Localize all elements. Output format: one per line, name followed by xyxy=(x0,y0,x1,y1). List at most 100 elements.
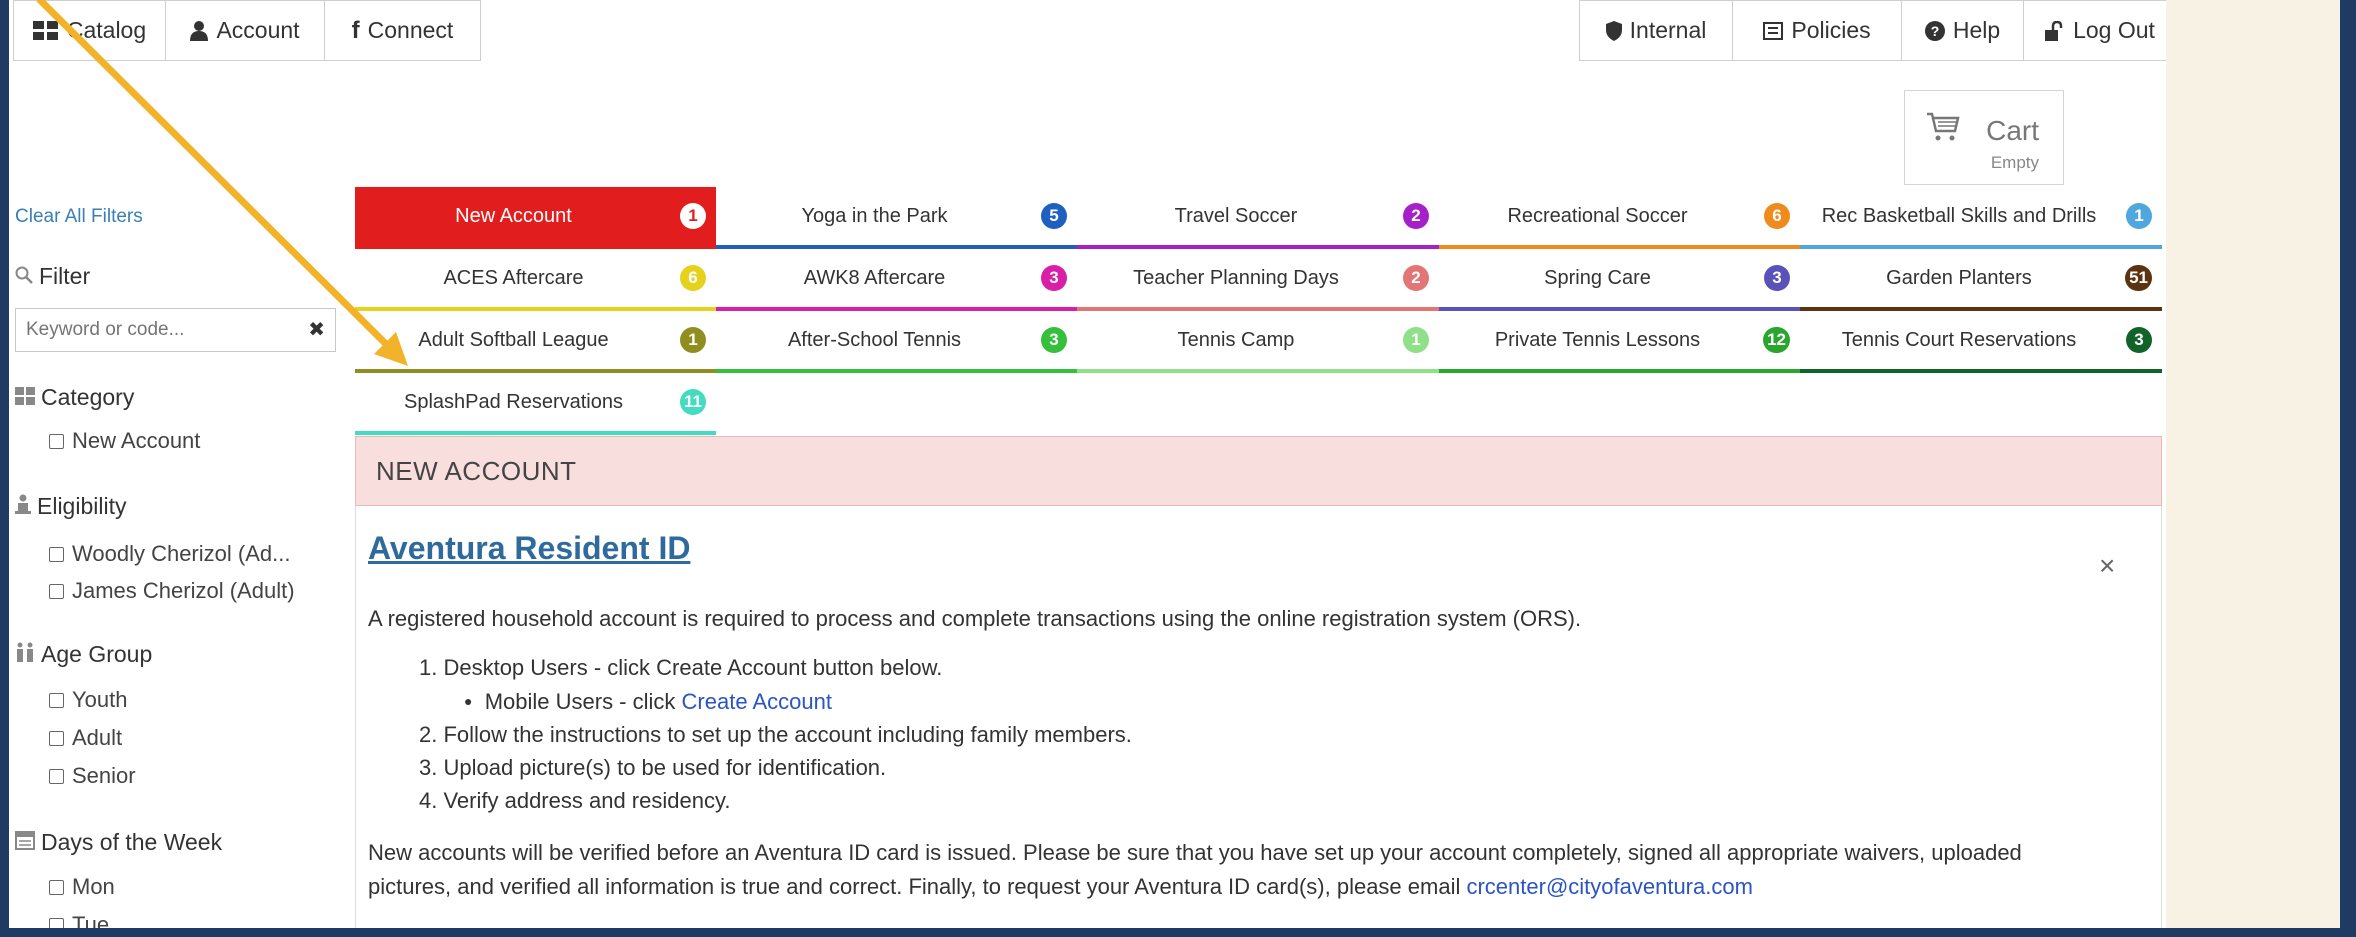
category-tab[interactable]: SplashPad Reservations 11 xyxy=(355,373,716,435)
count-badge: 2 xyxy=(1403,203,1429,229)
checkbox[interactable] xyxy=(49,917,64,928)
shield-icon xyxy=(1605,20,1622,41)
category-tab[interactable]: Recreational Soccer 6 xyxy=(1439,187,1800,249)
internal-button[interactable]: Internal xyxy=(1579,0,1733,61)
count-badge: 12 xyxy=(1763,327,1790,353)
section-heading: NEW ACCOUNT xyxy=(355,436,2162,506)
logout-label: Log Out xyxy=(2073,17,2155,43)
category-tab-label: Tennis Camp xyxy=(1177,328,1295,351)
filter-option-label: Tue xyxy=(72,912,110,928)
account-button[interactable]: Account xyxy=(166,0,325,61)
filter-eligibility-james[interactable]: James Cherizol (Adult) xyxy=(49,578,295,604)
age-group-heading-label: Age Group xyxy=(41,641,153,667)
count-badge: 2 xyxy=(1403,265,1429,291)
search-input[interactable] xyxy=(24,309,288,351)
eligibility-heading-label: Eligibility xyxy=(37,493,127,519)
help-icon: ? xyxy=(1924,20,1945,41)
count-badge: 1 xyxy=(680,327,706,353)
category-tab[interactable]: Garden Planters 51 xyxy=(1800,249,2162,311)
checkbox[interactable] xyxy=(49,879,64,895)
svg-text:?: ? xyxy=(1931,23,1940,39)
category-tab[interactable]: ACES Aftercare 6 xyxy=(355,249,716,311)
category-tab[interactable]: After-School Tennis 3 xyxy=(716,311,1077,373)
step-4: 4. Verify address and residency. xyxy=(419,788,731,813)
policies-button[interactable]: Policies xyxy=(1733,0,1902,61)
connect-button[interactable]: f Connect xyxy=(325,0,481,61)
unlock-icon xyxy=(2045,20,2065,41)
category-tab-label: Recreational Soccer xyxy=(1507,204,1688,227)
bullet-icon: ● xyxy=(464,693,473,709)
calendar-icon xyxy=(15,829,35,856)
category-tab-label: After-School Tennis xyxy=(787,328,962,351)
mobile-step: ● Mobile Users - click Create Account xyxy=(464,689,832,715)
checkbox[interactable] xyxy=(49,692,64,708)
filter-heading-label: Filter xyxy=(39,263,91,289)
step-2: 2. Follow the instructions to set up the… xyxy=(419,722,1132,747)
catalog-label: Catalog xyxy=(66,17,147,43)
policies-label: Policies xyxy=(1791,17,1871,43)
category-tab-label: Teacher Planning Days xyxy=(1133,266,1339,289)
category-tab[interactable]: Travel Soccer 2 xyxy=(1077,187,1439,249)
category-tab-label: Yoga in the Park xyxy=(801,204,948,227)
checkbox[interactable] xyxy=(49,730,64,746)
checkbox[interactable] xyxy=(49,583,64,599)
filter-option-label: Youth xyxy=(72,687,128,712)
count-badge: 6 xyxy=(680,265,706,291)
filter-category-new-account[interactable]: New Account xyxy=(49,428,200,454)
filter-option-label: Woodly Cherizol (Ad... xyxy=(72,541,291,566)
count-badge: 3 xyxy=(1764,265,1790,291)
right-side-panel xyxy=(2166,0,2340,928)
eligibility-heading: Eligibility xyxy=(15,493,126,520)
category-heading: Category xyxy=(15,384,134,411)
internal-label: Internal xyxy=(1629,17,1707,43)
filter-age-youth[interactable]: Youth xyxy=(49,687,127,713)
category-tab[interactable]: Teacher Planning Days 2 xyxy=(1077,249,1439,311)
filter-day-mon[interactable]: Mon xyxy=(49,874,115,900)
checkbox[interactable] xyxy=(49,768,64,784)
help-button[interactable]: ? Help xyxy=(1902,0,2024,61)
checkbox[interactable] xyxy=(49,546,64,562)
count-badge: 1 xyxy=(1403,327,1429,353)
filter-day-tue[interactable]: Tue xyxy=(49,912,109,928)
filter-age-senior[interactable]: Senior xyxy=(49,763,136,789)
category-tab[interactable]: Spring Care 3 xyxy=(1439,249,1800,311)
account-label: Account xyxy=(216,17,300,43)
category-tab[interactable]: AWK8 Aftercare 3 xyxy=(716,249,1077,311)
close-icon[interactable]: × xyxy=(2099,550,2115,582)
days-heading: Days of the Week xyxy=(15,829,222,856)
category-tab[interactable]: Yoga in the Park 5 xyxy=(716,187,1077,249)
cart-label: Cart xyxy=(1986,115,2039,146)
filter-option-label: Senior xyxy=(72,763,136,788)
count-badge: 51 xyxy=(2125,265,2152,291)
logout-button[interactable]: Log Out xyxy=(2024,0,2166,61)
toolbar-right: Internal Policies ? Help Log Out xyxy=(1579,0,2166,61)
count-badge: 3 xyxy=(2126,327,2152,353)
catalog-button[interactable]: Catalog xyxy=(13,0,166,61)
email-link[interactable]: crcenter@cityofaventura.com xyxy=(1466,874,1752,899)
category-tab-label: Garden Planters xyxy=(1886,266,2032,289)
category-tab-label: Travel Soccer xyxy=(1174,204,1298,227)
count-badge: 5 xyxy=(1041,203,1067,229)
count-badge: 6 xyxy=(1764,203,1790,229)
category-tab[interactable]: Rec Basketball Skills and Drills 1 xyxy=(1800,187,2162,249)
create-account-link[interactable]: Create Account xyxy=(682,689,832,714)
category-tab[interactable]: New Account 1 xyxy=(355,187,716,249)
category-tab-label: Rec Basketball Skills and Drills xyxy=(1821,204,2097,227)
step-1: 1. Desktop Users - click Create Account … xyxy=(419,655,943,680)
item-title-link[interactable]: Aventura Resident ID xyxy=(368,530,690,567)
clear-search-icon[interactable]: ✖ xyxy=(308,317,325,342)
category-heading-label: Category xyxy=(41,384,135,410)
category-tab[interactable]: Tennis Camp 1 xyxy=(1077,311,1439,373)
person-icon xyxy=(15,493,31,520)
filter-eligibility-woodly[interactable]: Woodly Cherizol (Ad... xyxy=(49,541,290,567)
filter-age-adult[interactable]: Adult xyxy=(49,725,122,751)
category-tab-label: Private Tennis Lessons xyxy=(1494,328,1701,351)
cart-widget[interactable]: Cart Empty xyxy=(1904,90,2064,185)
clear-filters-link[interactable]: Clear All Filters xyxy=(15,206,143,228)
category-tab[interactable]: Adult Softball League 1 xyxy=(355,311,716,373)
category-tab[interactable]: Tennis Court Reservations 3 xyxy=(1800,311,2162,373)
category-tab-label: Tennis Court Reservations xyxy=(1841,328,2077,351)
connect-label: Connect xyxy=(367,17,454,43)
category-tab[interactable]: Private Tennis Lessons 12 xyxy=(1439,311,1800,373)
checkbox[interactable] xyxy=(49,433,64,449)
